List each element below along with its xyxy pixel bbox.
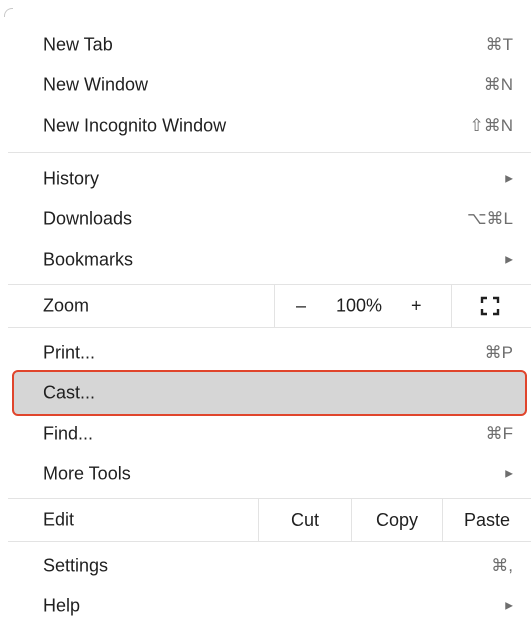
menu-item-label: Edit: [43, 509, 75, 530]
menu-item-label: Help: [43, 595, 81, 616]
cell-divider: [274, 285, 275, 327]
menu-item-history[interactable]: History ▶: [8, 159, 531, 199]
chrome-main-menu: New Tab ⌘T New Window ⌘N New Incognito W…: [0, 0, 531, 631]
shortcut-text: ⌥⌘L: [466, 209, 513, 228]
menu-item-zoom: Zoom – 100% +: [8, 285, 531, 327]
submenu-arrow-icon: ▶: [505, 254, 513, 266]
zoom-out-button[interactable]: –: [296, 296, 306, 317]
menu-item-label: New Window: [43, 74, 149, 95]
shortcut-text: ⌘P: [484, 343, 513, 362]
menu-item-label: More Tools: [43, 463, 131, 484]
menu-separator: [8, 327, 531, 328]
shortcut-text: ⌘T: [485, 35, 513, 54]
menu-item-settings[interactable]: Settings ⌘,: [8, 546, 531, 586]
menu-item-cast[interactable]: Cast...: [12, 370, 527, 416]
menu-item-label: New Tab: [43, 34, 113, 55]
menu-item-edit: Edit Cut Copy Paste: [8, 499, 531, 541]
menu-item-new-window[interactable]: New Window ⌘N: [8, 65, 531, 105]
menu-corner-decoration: [4, 8, 13, 17]
menu-item-help[interactable]: Help ▶: [8, 586, 531, 626]
fullscreen-icon[interactable]: [480, 296, 500, 316]
menu-item-print[interactable]: Print... ⌘P: [8, 333, 531, 373]
menu-separator: [8, 541, 531, 542]
menu-item-label: Bookmarks: [43, 249, 134, 270]
cell-divider: [451, 285, 452, 327]
menu-item-downloads[interactable]: Downloads ⌥⌘L: [8, 199, 531, 239]
menu-item-new-tab[interactable]: New Tab ⌘T: [8, 25, 531, 65]
menu-item-label: Cast...: [43, 382, 96, 403]
zoom-in-button[interactable]: +: [411, 296, 422, 317]
menu-item-label: Print...: [43, 342, 96, 363]
paste-button[interactable]: Paste: [443, 499, 531, 541]
menu-item-new-incognito-window[interactable]: New Incognito Window ⇧⌘N: [8, 106, 531, 146]
menu-item-label: Downloads: [43, 208, 133, 229]
menu-item-label: History: [43, 168, 100, 189]
cut-button[interactable]: Cut: [259, 499, 351, 541]
shortcut-text: ⌘,: [491, 556, 513, 575]
shortcut-text: ⇧⌘N: [469, 116, 513, 135]
fullscreen-icon-graphic: [480, 296, 500, 316]
shortcut-text: ⌘N: [483, 75, 513, 94]
submenu-arrow-icon: ▶: [505, 468, 513, 480]
menu-item-bookmarks[interactable]: Bookmarks ▶: [8, 240, 531, 280]
copy-button[interactable]: Copy: [352, 499, 442, 541]
menu-item-find[interactable]: Find... ⌘F: [8, 414, 531, 454]
submenu-arrow-icon: ▶: [505, 600, 513, 612]
shortcut-text: ⌘F: [485, 424, 513, 443]
submenu-arrow-icon: ▶: [505, 173, 513, 185]
menu-item-label: Find...: [43, 423, 94, 444]
menu-item-more-tools[interactable]: More Tools ▶: [8, 454, 531, 494]
menu-item-label: Settings: [43, 555, 109, 576]
menu-item-label: New Incognito Window: [43, 115, 227, 136]
menu-item-label: Zoom: [43, 295, 90, 316]
zoom-level-value: 100%: [336, 295, 383, 316]
menu-separator: [8, 152, 531, 153]
